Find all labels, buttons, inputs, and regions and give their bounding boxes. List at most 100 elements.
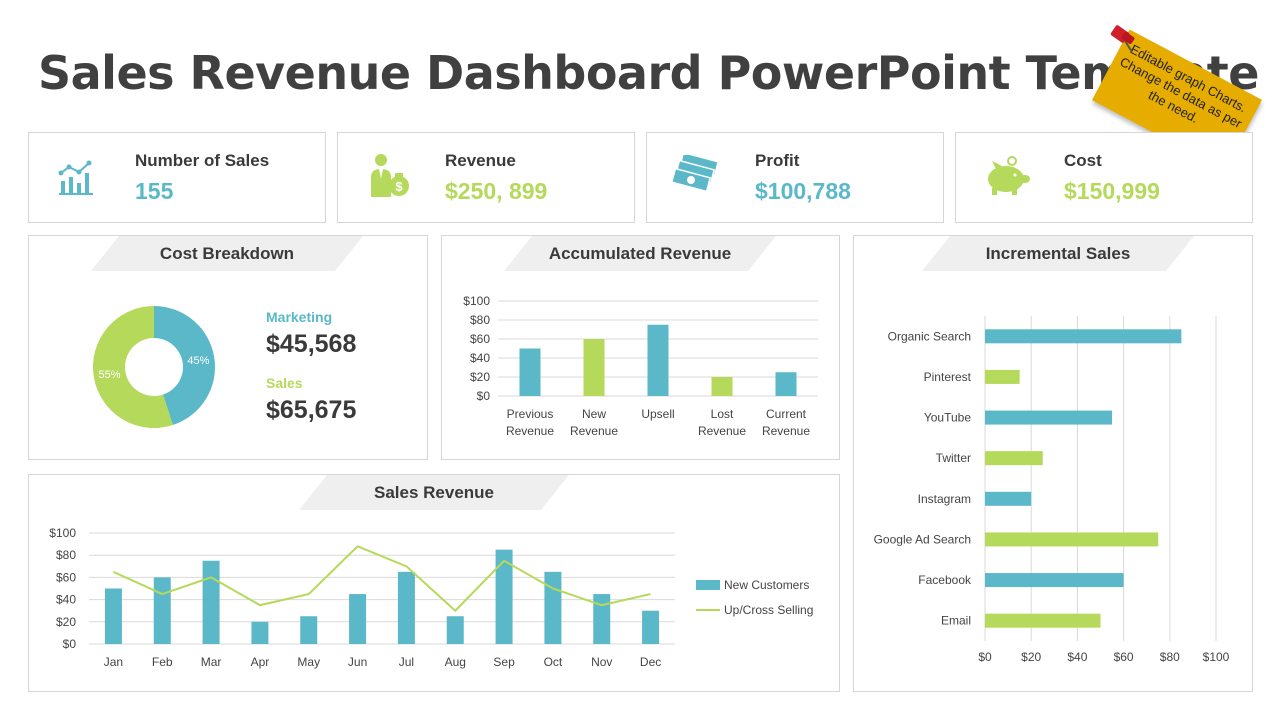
bar [104,588,122,644]
y-tick-label: $20 [470,370,490,384]
value-sales: $65,675 [266,396,357,424]
bar [446,616,464,644]
x-tick-label: Previous [507,407,554,421]
bar [985,491,1032,506]
y-tick-label: Instagram [918,492,971,506]
svg-text:$: $ [395,179,403,194]
panel-header: Sales Revenue [299,475,569,510]
x-tick-label: Lost [711,407,734,421]
bar [711,377,733,396]
bar [985,329,1182,344]
y-tick-label: $100 [49,526,76,540]
x-tick-label: Revenue [762,424,810,438]
bar [985,532,1159,547]
x-tick-label: $80 [1160,650,1180,664]
x-tick-label: Oct [544,655,563,669]
y-tick-label: $40 [56,593,76,607]
y-tick-label: Organic Search [888,329,971,343]
kpi-card-profit: Profit $100,788 [646,132,944,223]
series-line [113,545,651,613]
x-tick-label: Feb [152,655,173,669]
bar [153,577,171,644]
legend-label-marketing: Marketing [266,309,333,325]
y-tick-label: Twitter [936,451,971,465]
bar [349,594,367,644]
y-tick-label: $60 [470,332,490,346]
x-tick-label: Jan [104,655,123,669]
cash-stack-icon [671,155,720,193]
kpi-value: $250, 899 [445,178,548,204]
x-tick-label: $40 [1067,650,1087,664]
legend-swatch [696,580,720,590]
x-tick-label: Mar [201,655,222,669]
y-tick-label: $20 [56,615,76,629]
x-tick-label: Aug [445,655,466,669]
bar [202,560,220,644]
bar [647,324,669,396]
bar [775,372,797,396]
kpi-label: Cost [1064,151,1102,170]
chart-icon [58,160,93,195]
x-tick-label: Dec [640,655,661,669]
y-tick-label: Email [941,614,971,628]
y-tick-label: $0 [477,389,491,403]
x-tick-label: Apr [251,655,270,669]
piggy-bank-icon [988,156,1030,195]
x-tick-label: $100 [1203,650,1230,664]
x-tick-label: Upsell [641,407,674,421]
y-tick-label: Pinterest [924,370,972,384]
bar [583,339,605,396]
kpi-value: 155 [135,178,174,204]
bar [985,369,1020,384]
x-tick-label: Sep [493,655,515,669]
y-tick-label: $40 [470,351,490,365]
sales-revenue-chart: $0 $20 $40 $60 $80 $100 Jan Feb Mar Apr May Jun Jul A… [49,526,813,669]
kpi-card-revenue: $ Revenue $250, 899 [337,132,635,223]
y-tick-label: YouTube [924,411,971,425]
legend-label: New Customers [724,578,809,592]
pushpin-icon [1110,25,1135,53]
bar [985,613,1101,628]
x-tick-label: Current [766,407,807,421]
kpi-label: Profit [755,151,800,170]
donut-slice-label: 45% [187,355,209,367]
x-tick-label: New [582,407,606,421]
bar [985,410,1113,425]
x-tick-label: Jun [348,655,367,669]
kpi-value: $100,788 [755,178,851,204]
panel-header: Cost Breakdown [91,236,363,271]
bar [519,348,541,396]
page-title: Sales Revenue Dashboard PowerPoint Templ… [38,46,1259,100]
panel-title: Incremental Sales [985,244,1131,263]
bar [397,571,415,644]
y-tick-label: $60 [56,570,76,584]
x-tick-label: $20 [1021,650,1041,664]
businessman-money-icon: $ [371,154,409,197]
panel-title: Cost Breakdown [159,244,295,263]
kpi-value: $150,999 [1064,178,1160,204]
y-tick-label: $100 [463,294,490,308]
kpi-card-cost: Cost $150,999 [955,132,1253,223]
x-tick-label: Revenue [570,424,618,438]
x-tick-label: Revenue [506,424,554,438]
bar [985,451,1043,466]
sales-revenue-panel: Sales Revenue $0 $20 $40 $60 $80 $100 Jan Feb Ma… [28,474,840,692]
donut-slice-label: 55% [99,369,121,381]
y-tick-label: $80 [56,548,76,562]
cost-breakdown-panel: Cost Breakdown 45% 55% Marketing $45,568 … [28,235,428,460]
x-tick-label: May [297,655,320,669]
y-tick-label: Facebook [918,573,972,587]
bar [985,573,1124,588]
kpi-label: Number of Sales [135,151,270,170]
incremental-sales-chart: $0 $20 $40 $60 $80 $100 Organic Search Pinteres… [874,316,1230,664]
bar [544,571,562,644]
bar [593,594,611,644]
donut-chart: 45% 55% [92,306,215,428]
panel-title: Accumulated Revenue [548,244,732,263]
incremental-sales-panel: Incremental Sales $0 $20 $40 $60 $80 $100 Orga… [853,235,1253,692]
x-tick-label: $60 [1114,650,1134,664]
bar [251,621,269,644]
y-tick-label: $80 [470,313,490,327]
accumulated-revenue-panel: Accumulated Revenue $0 $20 $40 $60 $80 $100 Pr… [441,235,840,460]
legend-label: Up/Cross Selling [724,603,813,617]
